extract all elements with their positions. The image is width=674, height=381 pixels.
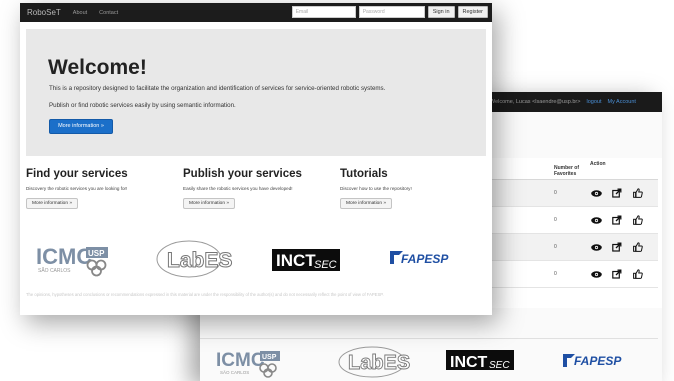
column-title: Find your services bbox=[26, 168, 128, 180]
thumbs-up-icon[interactable] bbox=[632, 214, 644, 226]
action-header: Action bbox=[590, 161, 606, 167]
svg-text:ICMC: ICMC bbox=[36, 244, 92, 269]
svg-text:SEC: SEC bbox=[314, 259, 337, 271]
svg-text:USP: USP bbox=[88, 249, 105, 258]
thumbs-up-icon[interactable] bbox=[632, 187, 644, 199]
favorites-count: 0 bbox=[554, 190, 557, 196]
my-account-link[interactable]: My Account bbox=[607, 99, 635, 105]
thumbs-up-icon[interactable] bbox=[632, 241, 644, 253]
eye-icon[interactable] bbox=[590, 268, 602, 280]
footer-disclaimer: The opinions, hypotheses and conclusions… bbox=[26, 292, 384, 297]
register-button[interactable]: Register bbox=[457, 6, 488, 18]
share-icon[interactable] bbox=[611, 241, 623, 253]
footer-divider bbox=[200, 338, 658, 339]
welcome-tagline: This is a repository designed to facilit… bbox=[49, 85, 386, 92]
favorites-count: 0 bbox=[554, 244, 557, 250]
sign-in-button[interactable]: Sign in bbox=[427, 6, 455, 18]
favorites-count: 0 bbox=[554, 217, 557, 223]
tutorials-more-information-button[interactable]: More information » bbox=[340, 198, 392, 209]
welcome-title: Welcome! bbox=[48, 56, 147, 79]
row-actions bbox=[590, 241, 658, 253]
column-title: Publish your services bbox=[183, 168, 302, 180]
labes-logo: LabES bbox=[338, 346, 411, 378]
svg-text:LabES: LabES bbox=[348, 352, 410, 374]
svg-text:INCT: INCT bbox=[450, 354, 488, 371]
email-field[interactable]: Email bbox=[291, 6, 356, 18]
nav-about[interactable]: About bbox=[73, 10, 87, 16]
find-more-information-button[interactable]: More information » bbox=[26, 198, 78, 209]
svg-text:SÃO CARLOS: SÃO CARLOS bbox=[38, 267, 71, 274]
column-text: Discover how to use the repository! bbox=[340, 186, 412, 191]
login-form: Email Password Sign in Register bbox=[291, 6, 488, 18]
publish-services-column: Publish your services Easily share the r… bbox=[183, 168, 333, 209]
eye-icon[interactable] bbox=[590, 187, 602, 199]
publish-more-information-button[interactable]: More information » bbox=[183, 198, 235, 209]
column-text: Discovery the robotic services you are l… bbox=[26, 186, 128, 191]
svg-text:LabES: LabES bbox=[167, 249, 232, 272]
share-icon[interactable] bbox=[611, 214, 623, 226]
favorites-count: 0 bbox=[554, 271, 557, 277]
svg-text:FAPESP: FAPESP bbox=[401, 252, 449, 266]
column-title: Tutorials bbox=[340, 168, 388, 180]
welcome-jumbotron: Welcome! This is a repository designed t… bbox=[26, 29, 486, 156]
svg-text:ICMC: ICMC bbox=[216, 350, 265, 371]
inct-sec-logo: INCT SEC bbox=[272, 249, 340, 271]
svg-text:USP: USP bbox=[262, 354, 277, 361]
more-information-button[interactable]: More information » bbox=[49, 119, 113, 134]
sponsor-logos: ICMC USP SÃO CARLOS LabES INCT SEC FAPES… bbox=[36, 240, 449, 278]
svg-text:SEC: SEC bbox=[489, 360, 510, 371]
inct-sec-logo: INCT SEC bbox=[446, 350, 514, 371]
eye-icon[interactable] bbox=[590, 214, 602, 226]
nav-contact[interactable]: Contact bbox=[99, 10, 118, 16]
thumbs-up-icon[interactable] bbox=[632, 268, 644, 280]
fapesp-logo: FAPESP bbox=[563, 354, 622, 368]
fapesp-logo: FAPESP bbox=[390, 251, 449, 266]
back-sponsor-logos: ICMC USP SÃO CARLOS LabES INCT SEC FAPES… bbox=[216, 346, 622, 378]
front-browser-window: RoboSeT About Contact Email Password Sig… bbox=[20, 3, 492, 315]
labes-logo: LabES bbox=[156, 240, 233, 278]
top-navbar: RoboSeT About Contact Email Password Sig… bbox=[20, 3, 492, 22]
column-text: Easily share the robotic services you ha… bbox=[183, 186, 293, 191]
welcome-subtitle: Publish or find robotic services easily … bbox=[49, 102, 236, 109]
find-services-column: Find your services Discovery the robotic… bbox=[26, 168, 176, 209]
eye-icon[interactable] bbox=[590, 241, 602, 253]
row-actions bbox=[590, 268, 658, 280]
tutorials-column: Tutorials Discover how to use the reposi… bbox=[340, 168, 490, 209]
icmc-usp-logo: ICMC USP SÃO CARLOS bbox=[36, 244, 108, 277]
svg-text:SÃO CARLOS: SÃO CARLOS bbox=[220, 369, 249, 375]
row-actions bbox=[590, 187, 658, 199]
svg-text:INCT: INCT bbox=[276, 251, 316, 270]
row-actions bbox=[590, 214, 658, 226]
share-icon[interactable] bbox=[611, 187, 623, 199]
logout-link[interactable]: logout bbox=[586, 99, 601, 105]
password-field[interactable]: Password bbox=[358, 6, 425, 18]
svg-text:FAPESP: FAPESP bbox=[574, 354, 622, 368]
welcome-text: Welcome, Lucas <lsaendre@usp.br> bbox=[490, 99, 581, 105]
icmc-usp-logo: ICMC USP SÃO CARLOS bbox=[216, 350, 280, 378]
brand-logo[interactable]: RoboSeT bbox=[27, 8, 61, 17]
screenshot-stage: Welcome, Lucas <lsaendre@usp.br> logout … bbox=[0, 0, 674, 381]
share-icon[interactable] bbox=[611, 268, 623, 280]
favorites-header: Number of Favorites bbox=[554, 165, 579, 177]
